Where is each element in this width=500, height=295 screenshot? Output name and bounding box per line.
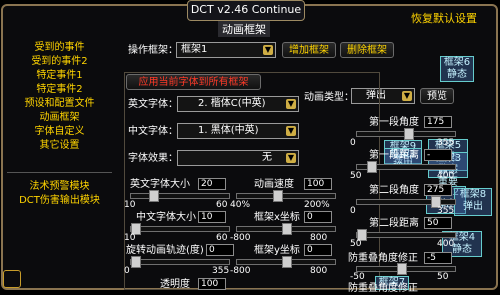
slider-knob[interactable] bbox=[273, 190, 283, 202]
x-pos-input[interactable]: 0 bbox=[304, 211, 332, 223]
seg2-dist-max: 400 bbox=[437, 239, 455, 249]
cn-size-input[interactable]: 10 bbox=[198, 211, 226, 223]
slider-knob[interactable] bbox=[397, 263, 407, 275]
reset-default-button[interactable]: 恢复默认设置 bbox=[411, 12, 477, 25]
seg1-angle-input[interactable]: 175 bbox=[424, 116, 452, 128]
cn-size-label: 中文字体大小 bbox=[136, 212, 196, 223]
seg1-dist-max: 400 bbox=[437, 171, 455, 181]
anim-speed-min: 40% bbox=[230, 200, 251, 210]
rotate-input[interactable]: 0 bbox=[206, 244, 234, 256]
en-size-min: 10 bbox=[124, 200, 136, 210]
frame-8-marker[interactable]: 框架8 弹出 bbox=[454, 188, 492, 216]
seg2-dist-input[interactable]: 50 bbox=[424, 217, 452, 229]
overlap-label: 防重叠角度修正 bbox=[348, 253, 418, 264]
sidebar-item-special-1[interactable]: 特定事件1 bbox=[7, 69, 112, 82]
sidebar-item-dct-damage[interactable]: DCT伤害输出模块 bbox=[7, 194, 112, 207]
alpha-input[interactable]: 100 bbox=[198, 278, 226, 290]
slider-knob[interactable] bbox=[404, 128, 414, 140]
sidebar-modules: 法术预警模块 DCT伤害输出模块 bbox=[7, 172, 112, 291]
y-pos-input[interactable]: 0 bbox=[304, 244, 332, 256]
seg2-angle-min: 0 bbox=[350, 206, 356, 216]
frame-6-marker[interactable]: 框架6 静态 bbox=[440, 56, 474, 82]
add-frame-button[interactable]: 增加框架 bbox=[282, 42, 336, 58]
seg2-angle-label: 第二段角度 bbox=[369, 185, 419, 196]
seg2-angle-input[interactable]: 275 bbox=[424, 184, 452, 196]
preview-button[interactable]: 预览 bbox=[420, 88, 454, 104]
overlap-input[interactable]: -5 bbox=[424, 252, 452, 264]
sidebar-item-anim-frames[interactable]: 动画框架 bbox=[7, 111, 112, 124]
en-size-input[interactable]: 20 bbox=[198, 178, 226, 190]
cn-size-slider[interactable] bbox=[130, 223, 230, 235]
y-pos-max: 800 bbox=[310, 266, 328, 276]
rotate-max: 355 bbox=[212, 266, 230, 276]
slider-knob[interactable] bbox=[367, 161, 377, 173]
seg2-dist-label: 第二段距离 bbox=[369, 218, 419, 229]
sidebar-item-events[interactable]: 受到的事件 bbox=[7, 41, 112, 54]
sidebar: 受到的事件 受到的事件2 特定事件1 特定事件2 预设和配置文件 动画框架 字体… bbox=[7, 33, 112, 163]
seg1-dist-min: 50 bbox=[350, 171, 362, 181]
sidebar-item-fonts[interactable]: 字体自定义 bbox=[7, 125, 112, 138]
anim-speed-input[interactable]: 100 bbox=[304, 178, 332, 190]
sidebar-item-presets[interactable]: 预设和配置文件 bbox=[7, 97, 112, 110]
seg1-angle-min: 0 bbox=[350, 138, 356, 148]
chevron-down-icon: ▼ bbox=[263, 45, 273, 55]
window-title: DCT v2.46 Continue bbox=[187, 0, 305, 21]
chevron-down-icon: ▼ bbox=[402, 91, 412, 101]
slider-knob[interactable] bbox=[282, 223, 292, 235]
seg1-dist-input[interactable]: - bbox=[424, 149, 452, 161]
overlap-max: 50 bbox=[437, 272, 449, 282]
frame-select-dropdown[interactable]: 框架1 ▼ bbox=[176, 42, 276, 58]
slider-knob[interactable] bbox=[131, 256, 141, 268]
alpha-label: 透明度 bbox=[160, 279, 190, 290]
sidebar-item-special-2[interactable]: 特定事件2 bbox=[7, 83, 112, 96]
en-size-label: 英文字体大小 bbox=[130, 179, 190, 190]
corner-resize-handle[interactable] bbox=[3, 270, 21, 288]
y-pos-label: 框架y坐标 bbox=[254, 245, 300, 256]
panel-title: 动画框架 bbox=[218, 21, 270, 37]
operate-frame-label: 操作框架： bbox=[128, 45, 178, 56]
frame-select-value: 框架1 bbox=[181, 44, 208, 55]
x-pos-label: 框架x坐标 bbox=[254, 212, 300, 223]
sidebar-item-events-2[interactable]: 受到的事件2 bbox=[7, 55, 112, 68]
y-pos-min: -800 bbox=[230, 266, 251, 276]
en-size-slider[interactable] bbox=[130, 190, 230, 202]
sidebar-item-other[interactable]: 其它设置 bbox=[7, 139, 112, 152]
slider-knob[interactable] bbox=[282, 256, 292, 268]
rotate-min: 0 bbox=[124, 266, 130, 276]
sidebar-item-spell-warning[interactable]: 法术预警模块 bbox=[7, 180, 112, 193]
overlap-2-label: 防重叠角度修正 bbox=[348, 283, 418, 294]
slider-knob[interactable] bbox=[149, 190, 159, 202]
seg2-dist-min: 50 bbox=[350, 239, 362, 249]
delete-frame-button[interactable]: 删除框架 bbox=[340, 42, 394, 58]
